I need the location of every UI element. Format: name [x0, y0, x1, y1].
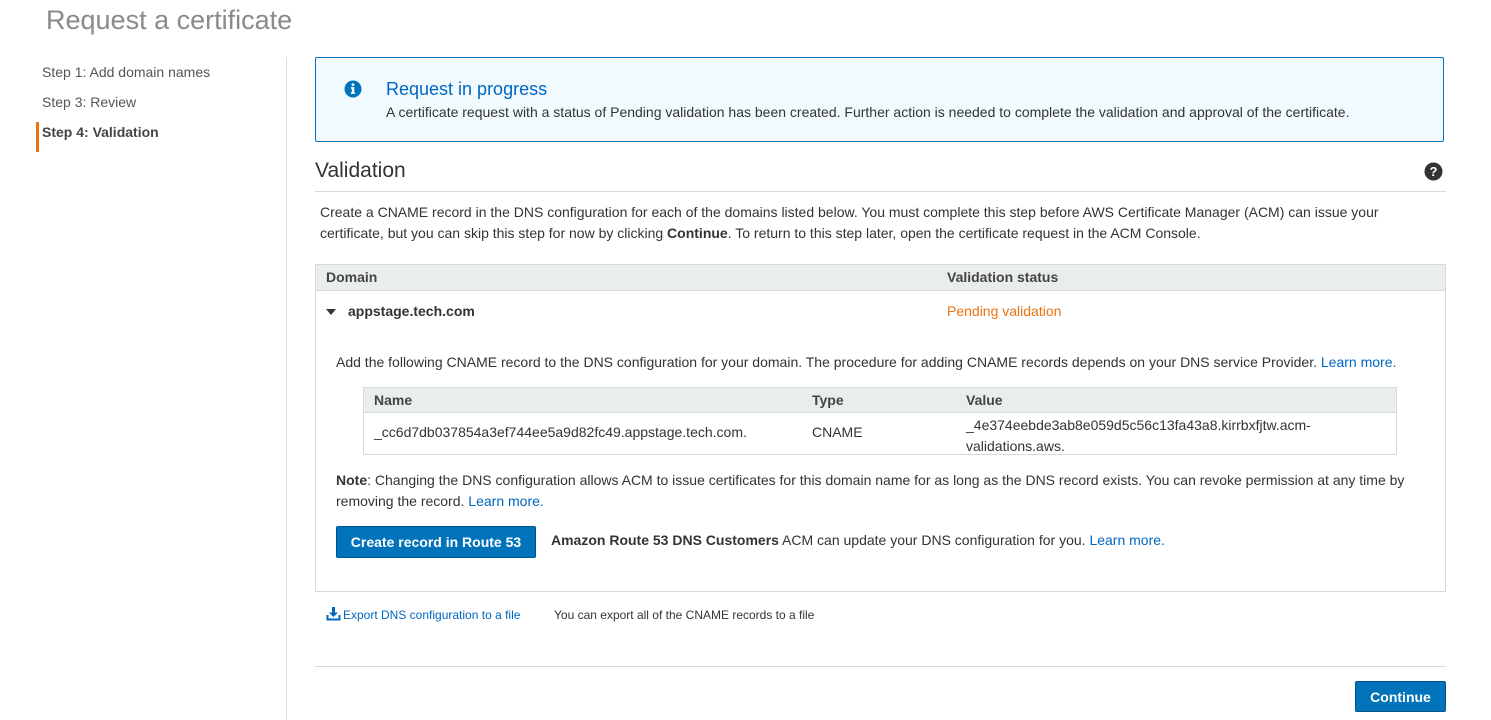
cname-instructions: Add the following CNAME record to the DN…: [336, 354, 1397, 370]
cname-header-row: Name Type Value: [364, 388, 1396, 413]
domain-column-header: Domain: [326, 269, 378, 285]
domain-row[interactable]: appstage.tech.com Pending validation: [316, 291, 1445, 331]
learn-more-link-note[interactable]: Learn more.: [468, 493, 543, 509]
domain-name: appstage.tech.com: [348, 303, 475, 319]
footer-divider: [315, 666, 1446, 667]
download-icon: [326, 607, 341, 621]
value-column-header: Value: [966, 392, 1003, 408]
validation-intro: Create a CNAME record in the DNS configu…: [320, 204, 1379, 241]
cname-record-table: Name Type Value _cc6d7db037854a3ef744ee5…: [363, 387, 1397, 455]
export-description: You can export all of the CNAME records …: [554, 608, 815, 622]
domain-validation-table: Domain Validation status appstage.tech.c…: [315, 264, 1446, 592]
dns-note: Note: Changing the DNS configuration all…: [336, 472, 1405, 509]
help-icon[interactable]: ?: [1424, 162, 1443, 181]
cname-type: CNAME: [812, 424, 863, 440]
cname-name: _cc6d7db037854a3ef744ee5a9d82fc49.appsta…: [374, 424, 747, 440]
table-header: Domain Validation status: [316, 265, 1445, 291]
sidebar-divider: [286, 57, 287, 720]
alert-message: A certificate request with a status of P…: [386, 104, 1350, 120]
learn-more-link-cname[interactable]: Learn more.: [1321, 354, 1396, 370]
caret-down-icon[interactable]: [326, 309, 336, 315]
learn-more-link-route53[interactable]: Learn more.: [1089, 532, 1164, 548]
status-column-header: Validation status: [947, 269, 1059, 285]
svg-text:?: ?: [1430, 164, 1438, 179]
alert-title: Request in progress: [386, 79, 548, 99]
create-record-route53-button[interactable]: Create record in Route 53: [336, 526, 536, 558]
validation-title: Validation: [315, 159, 406, 182]
step-add-domain-names[interactable]: Step 1: Add domain names: [36, 62, 276, 92]
step-review[interactable]: Step 3: Review: [36, 92, 276, 122]
validation-status: Pending validation: [947, 303, 1062, 319]
note-label: Note: [336, 472, 368, 488]
cname-value: _4e374eebde3ab8e059d5c56c13fa43a8.kirrbx…: [966, 417, 1311, 454]
wizard-steps: Step 1: Add domain names Step 3: Review …: [36, 62, 276, 152]
step-validation[interactable]: Step 4: Validation: [36, 122, 276, 152]
section-divider: [315, 191, 1446, 192]
name-column-header: Name: [374, 392, 413, 408]
page-title: Request a certificate: [46, 5, 293, 35]
export-dns-link[interactable]: Export DNS configuration to a file: [326, 607, 520, 622]
continue-emphasis: Continue: [667, 225, 728, 241]
continue-button[interactable]: Continue: [1355, 681, 1446, 712]
request-in-progress-alert: Request in progress A certificate reques…: [315, 57, 1444, 142]
type-column-header: Type: [812, 392, 844, 408]
route53-description: Amazon Route 53 DNS Customers ACM can up…: [551, 532, 1165, 548]
info-icon: [344, 80, 362, 98]
